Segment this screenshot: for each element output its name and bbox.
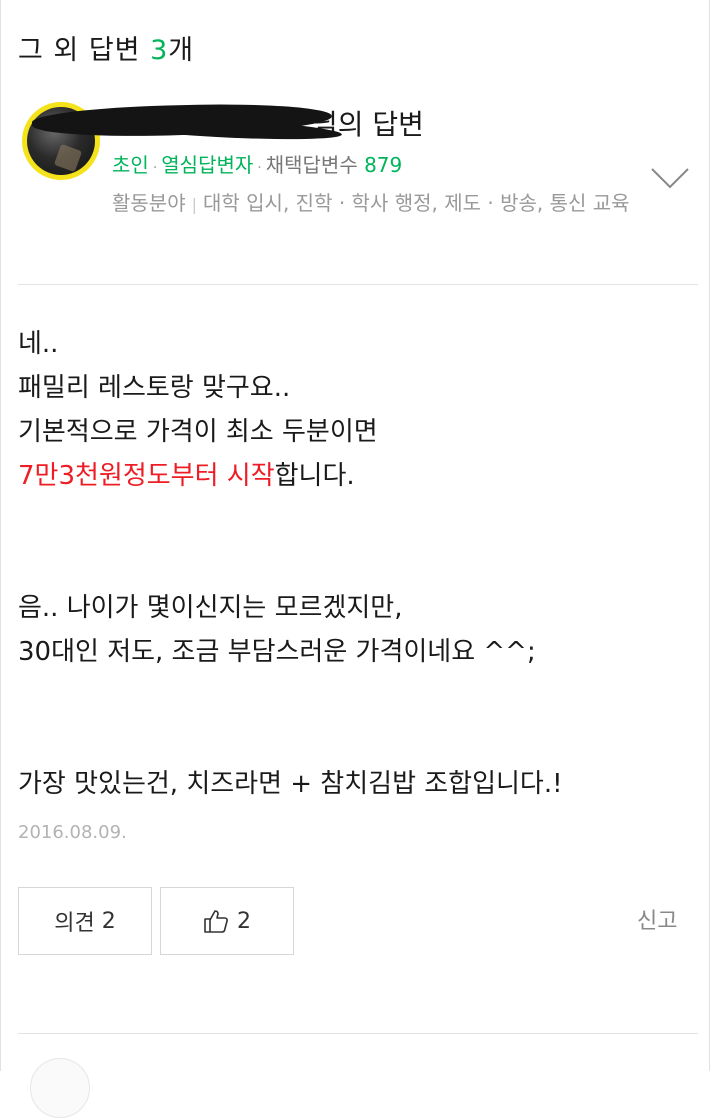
other-answers-title: 그 외 답변 3개	[18, 28, 194, 67]
answer-date: 2016.08.09.	[18, 822, 127, 843]
opinion-count: 2	[101, 908, 116, 934]
author-badge: 열심답변자	[161, 153, 254, 177]
activity-fields: 활동분야 | 대학 입시, 진학 · 학사 행정, 제도 · 방송, 통신 교육	[112, 191, 630, 215]
answer-body: 네.. 패밀리 레스토랑 맞구요.. 기본적으로 가격이 최소 두분이면 7만3…	[18, 322, 563, 806]
like-button[interactable]: 2	[160, 887, 294, 955]
answer-line: 7만3천원정도부터 시작합니다.	[18, 454, 563, 498]
opinion-button[interactable]: 의견 2	[18, 887, 152, 955]
header-divider	[18, 284, 698, 285]
footer-divider	[18, 1033, 698, 1034]
other-answers-count: 3	[150, 35, 169, 66]
thumbs-up-icon	[204, 910, 228, 933]
opinion-label: 의견	[54, 911, 95, 936]
answer-line: 기본적으로 가격이 최소 두분이면	[18, 417, 378, 447]
other-answers-prefix: 그 외 답변	[18, 35, 151, 66]
activity-field-label: 활동분야	[112, 191, 186, 215]
page-border-left	[0, 0, 1, 1071]
answer-line: 음.. 나이가 몇이신지는 모르겠지만,	[18, 593, 403, 623]
answer-line: 네..	[18, 329, 59, 359]
activity-field-list: 대학 입시, 진학 · 학사 행정, 제도 · 방송, 통신 교육	[203, 191, 630, 215]
price-highlight: 7만3천원정도부터 시작	[18, 461, 275, 491]
like-count: 2	[237, 908, 251, 934]
report-link[interactable]: 신고	[637, 903, 677, 935]
adopted-count: 879	[364, 153, 403, 177]
author-name[interactable]: 님의 답변	[112, 103, 424, 143]
author-rank: 초인	[112, 153, 149, 177]
other-answers-suffix: 개	[168, 35, 195, 66]
price-rest: 합니다.	[274, 461, 355, 491]
answer-line: 30대인 저도, 조금 부담스러운 가격이네요 ^^;	[18, 637, 536, 667]
answer-line: 패밀리 레스토랑 맞구요..	[18, 373, 291, 403]
redacted-name-scribble	[112, 105, 312, 141]
author-meta: 초인 · 열심답변자 · 채택답변수 879	[112, 153, 403, 177]
chevron-down-icon[interactable]	[650, 166, 690, 190]
next-avatar	[30, 1058, 90, 1118]
adopted-label: 채택답변수	[265, 153, 358, 177]
answer-line: 가장 맛있는건, 치즈라면 + 참치김밥 조합입니다.!	[18, 769, 563, 799]
